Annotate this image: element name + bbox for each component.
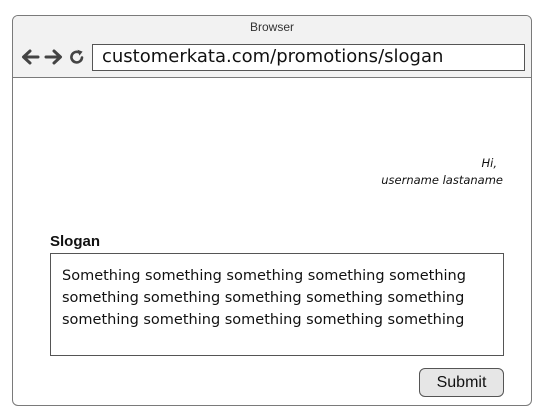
- slogan-textarea[interactable]: Something something something something …: [50, 253, 504, 356]
- arrow-right-icon[interactable]: [44, 48, 64, 66]
- slogan-label: Slogan: [50, 233, 101, 250]
- arrow-left-icon[interactable]: [20, 48, 40, 66]
- address-bar[interactable]: customerkata.com/promotions/slogan: [92, 44, 525, 71]
- slogan-line: something something something something …: [62, 312, 465, 328]
- greeting-hi: Hi,: [481, 156, 498, 170]
- user-greeting: Hi, username lastaname: [381, 155, 503, 189]
- browser-window: Browser customerkata.com/promotions/slog…: [12, 15, 532, 406]
- window-title: Browser: [249, 20, 294, 34]
- slogan-line: Something something something something …: [62, 268, 466, 284]
- submit-button[interactable]: Submit: [419, 368, 504, 397]
- username-label: username lastaname: [381, 173, 503, 187]
- browser-chrome: Browser customerkata.com/promotions/slog…: [13, 16, 531, 78]
- reload-icon[interactable]: [68, 48, 86, 66]
- slogan-line: something something something something …: [62, 290, 465, 306]
- navigation-controls: [20, 47, 86, 67]
